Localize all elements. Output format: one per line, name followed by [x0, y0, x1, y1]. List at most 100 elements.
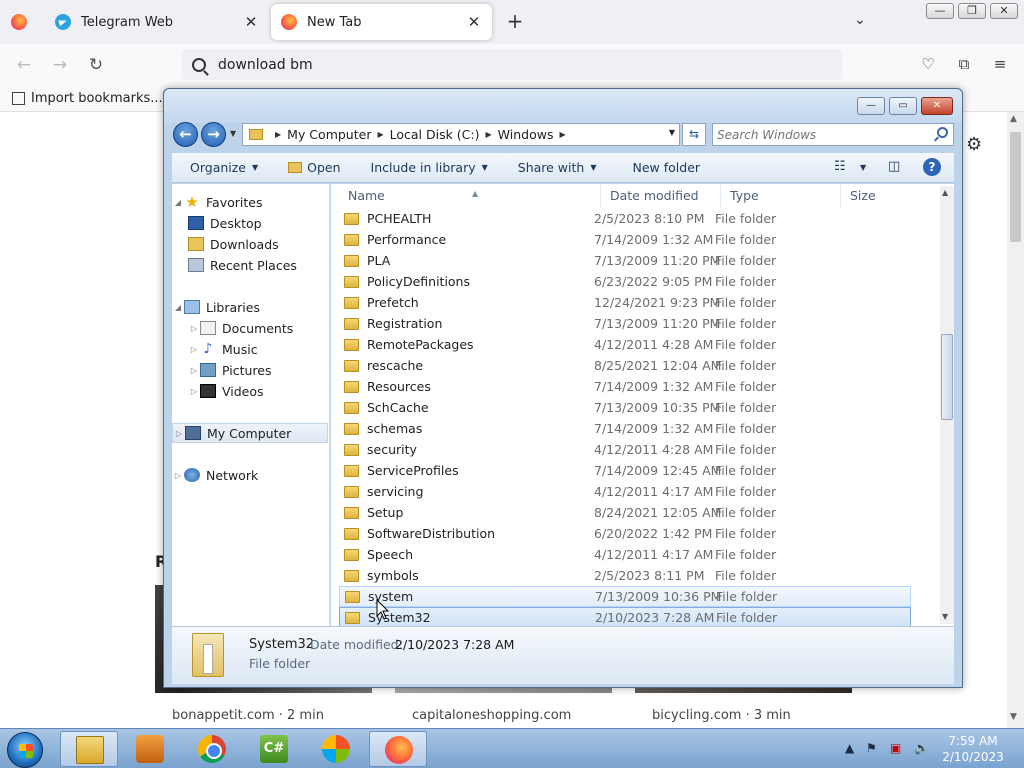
start-button[interactable] — [7, 732, 43, 768]
explorer-minimize-button[interactable]: — — [857, 97, 885, 115]
volume-icon[interactable]: 🔈 — [914, 741, 929, 755]
file-row[interactable]: PLA 7/13/2009 11:20 PM File folder — [339, 250, 911, 271]
tab-telegram-web[interactable]: Telegram Web ✕ — [45, 4, 269, 40]
file-row[interactable]: Resources 7/14/2009 1:32 AM File folder — [339, 376, 911, 397]
explorer-close-button[interactable]: ✕ — [921, 97, 953, 115]
reload-icon[interactable]: ↻ — [85, 54, 107, 76]
file-row[interactable]: Speech 4/12/2011 4:17 AM File folder — [339, 544, 911, 565]
url-bar[interactable]: download bm — [182, 49, 842, 80]
scrollbar-thumb[interactable] — [1010, 132, 1021, 242]
expand-icon[interactable]: ▷ — [173, 429, 185, 438]
expand-icon[interactable]: ▷ — [188, 387, 200, 396]
file-row[interactable]: symbols 2/5/2023 8:11 PM File folder — [339, 565, 911, 586]
extensions-icon[interactable]: ⧉ — [954, 54, 974, 74]
preview-pane-icon[interactable]: ◫ — [888, 159, 900, 174]
scroll-down-icon[interactable]: ▼ — [942, 612, 948, 621]
column-header-name[interactable]: Name ▲ — [339, 184, 601, 208]
file-row[interactable]: Performance 7/14/2009 1:32 AM File folder — [339, 229, 911, 250]
column-header-type[interactable]: Type — [721, 184, 841, 208]
story-source[interactable]: bonappetit.com · 2 min — [172, 708, 324, 723]
nav-downloads[interactable]: Downloads — [172, 234, 328, 254]
gear-icon[interactable]: ⚙ — [966, 134, 982, 155]
address-bar[interactable]: ▶ My Computer ▶ Local Disk (C:) ▶ Window… — [242, 123, 680, 146]
file-row[interactable]: Prefetch 12/24/2021 9:23 PM File folder — [339, 292, 911, 313]
file-row[interactable]: schemas 7/14/2009 1:32 AM File folder — [339, 418, 911, 439]
share-with-button[interactable]: Share with ▼ — [518, 160, 597, 175]
app-menu-icon[interactable]: ≡ — [990, 54, 1010, 74]
search-box[interactable] — [712, 123, 954, 146]
nav-videos[interactable]: ▷ Videos — [172, 381, 328, 401]
forward-icon[interactable]: → — [49, 54, 71, 76]
search-input[interactable] — [717, 126, 927, 143]
taskbar-chrome[interactable] — [183, 731, 241, 767]
file-row-selected[interactable]: System32 2/10/2023 7:28 AM File folder — [339, 607, 911, 628]
file-row[interactable]: Setup 8/24/2021 12:05 AM File folder — [339, 502, 911, 523]
breadcrumb-windows[interactable]: Windows — [498, 127, 554, 142]
nav-favorites[interactable]: ◢ ★ Favorites — [172, 192, 328, 212]
scroll-up-icon[interactable]: ▲ — [942, 188, 948, 197]
show-hidden-icons-icon[interactable]: ▲ — [845, 741, 854, 755]
forward-button[interactable]: → — [201, 122, 226, 147]
view-options-icon[interactable]: ☷ — [834, 159, 846, 174]
chevron-right-icon[interactable]: ▶ — [559, 130, 565, 139]
import-bookmarks-item[interactable]: Import bookmarks... — [12, 91, 163, 106]
new-tab-button[interactable]: + — [504, 10, 526, 32]
column-header-size[interactable]: Size — [841, 184, 931, 208]
breadcrumb-local-disk[interactable]: Local Disk (C:) — [390, 127, 480, 142]
page-scrollbar[interactable]: ▲ ▼ — [1007, 112, 1024, 728]
taskbar-firefox[interactable] — [369, 731, 427, 767]
scrollbar-thumb[interactable] — [941, 334, 953, 420]
help-icon[interactable]: ? — [923, 158, 941, 176]
taskbar-media-player[interactable] — [121, 731, 179, 767]
nav-music[interactable]: ▷ ♪ Music — [172, 339, 328, 359]
column-header-date[interactable]: Date modified — [601, 184, 721, 208]
expand-icon[interactable]: ▷ — [188, 366, 200, 375]
back-button[interactable]: ← — [173, 122, 198, 147]
chevron-right-icon[interactable]: ▶ — [377, 130, 383, 139]
back-icon[interactable]: ← — [13, 54, 35, 76]
file-row[interactable]: security 4/12/2011 4:28 AM File folder — [339, 439, 911, 460]
expand-icon[interactable]: ▷ — [188, 345, 200, 354]
scroll-down-icon[interactable]: ▼ — [1010, 712, 1017, 722]
restore-button[interactable]: ❐ — [958, 3, 986, 19]
close-tab-icon[interactable]: ✕ — [466, 13, 482, 31]
close-window-button[interactable]: ✕ — [990, 3, 1018, 19]
nav-network[interactable]: ▷ Network — [172, 465, 328, 485]
search-icon[interactable] — [937, 127, 948, 138]
file-row[interactable]: Registration 7/13/2009 11:20 PM File folde… — [339, 313, 911, 334]
url-text[interactable]: download bm — [218, 57, 313, 73]
chevron-right-icon[interactable]: ▶ — [275, 130, 281, 139]
tab-new-tab[interactable]: New Tab ✕ — [271, 4, 492, 40]
taskbar-windows-update[interactable] — [307, 731, 365, 767]
nav-my-computer[interactable]: ▷ My Computer — [172, 423, 328, 443]
expand-icon[interactable]: ▷ — [188, 324, 200, 333]
pocket-icon[interactable]: ♡ — [918, 54, 938, 74]
file-row[interactable]: PolicyDefinitions 6/23/2022 9:05 PM File f… — [339, 271, 911, 292]
explorer-maximize-button[interactable]: ▭ — [889, 97, 917, 115]
file-row[interactable]: PCHEALTH 2/5/2023 8:10 PM File folder — [339, 208, 911, 229]
nav-desktop[interactable]: Desktop — [172, 213, 328, 233]
list-all-tabs-icon[interactable]: ⌄ — [854, 12, 866, 28]
file-row[interactable]: SoftwareDistribution 6/20/2022 1:42 PM Fil… — [339, 523, 911, 544]
expand-icon[interactable]: ◢ — [172, 198, 184, 207]
chevron-right-icon[interactable]: ▶ — [486, 130, 492, 139]
file-row[interactable]: servicing 4/12/2011 4:17 AM File folder — [339, 481, 911, 502]
recent-pages-dropdown-icon[interactable]: ▼ — [230, 129, 236, 138]
story-source[interactable]: bicycling.com · 3 min — [652, 708, 791, 723]
taskbar-csharp-ide[interactable]: C# — [245, 731, 303, 767]
firefox-menu-icon[interactable] — [11, 14, 27, 30]
network-disconnected-icon[interactable]: ▣ — [890, 741, 901, 755]
close-tab-icon[interactable]: ✕ — [243, 13, 259, 31]
scroll-up-icon[interactable]: ▲ — [1010, 114, 1017, 124]
nav-recent-places[interactable]: Recent Places — [172, 255, 328, 275]
file-list-scrollbar[interactable]: ▲ ▼ — [940, 186, 954, 624]
breadcrumb-my-computer[interactable]: My Computer — [287, 127, 371, 142]
expand-icon[interactable]: ▷ — [172, 471, 184, 480]
expand-icon[interactable]: ◢ — [172, 303, 184, 312]
taskbar-windows-explorer[interactable] — [60, 731, 118, 767]
new-folder-button[interactable]: New folder — [633, 160, 701, 175]
explorer-title-bar[interactable]: — ▭ ✕ — [164, 89, 962, 123]
file-row[interactable]: ServiceProfiles 7/14/2009 12:45 AM File fo… — [339, 460, 911, 481]
nav-pictures[interactable]: ▷ Pictures — [172, 360, 328, 380]
organize-button[interactable]: Organize ▼ — [190, 160, 258, 175]
